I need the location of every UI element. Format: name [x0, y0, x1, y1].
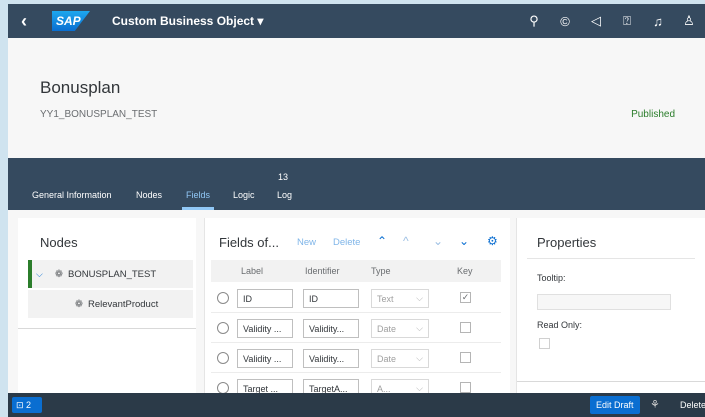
type-value: Date: [377, 324, 397, 334]
identifier-input[interactable]: Validity...: [303, 349, 359, 368]
column-header-key: Key: [457, 266, 473, 276]
delete-field-button[interactable]: Delete: [333, 237, 360, 248]
hierarchy-icon[interactable]: ⚘: [650, 398, 660, 411]
tab-logic[interactable]: Logic: [233, 190, 255, 200]
move-top-icon[interactable]: ⌃: [377, 234, 387, 248]
key-checkbox[interactable]: ✓: [460, 292, 471, 303]
tooltip-input[interactable]: [537, 294, 671, 310]
caret-down-icon: ▾: [257, 14, 264, 28]
delete-button[interactable]: Delete: [680, 400, 705, 410]
edit-draft-button[interactable]: Edit Draft: [590, 396, 640, 414]
label-input[interactable]: Validity ...: [237, 319, 293, 338]
nodes-panel-title: Nodes: [40, 235, 78, 250]
tab-log-count: 13: [278, 172, 289, 182]
identifier-input[interactable]: ID: [303, 289, 359, 308]
notifications-megaphone-icon[interactable]: ◁: [588, 13, 604, 29]
messages-count: 2: [26, 400, 32, 410]
label-input[interactable]: ID: [237, 289, 293, 308]
key-checkbox[interactable]: [460, 382, 471, 393]
fields-panel: Fields of... New Delete ⌃ ^ ⌄ ⌄ ⚙ Label …: [204, 218, 510, 403]
shell-bar: ‹ SAP Custom Business Object ▾ ⚲ © ◁ ⍰ ♫…: [8, 4, 705, 38]
content-area: Nodes ⌵ ❁ BONUSPLAN_TEST ❁ RelevantProdu…: [8, 210, 705, 403]
copilot-icon[interactable]: ©: [557, 14, 573, 29]
type-value: Text: [377, 294, 394, 304]
chevron-down-icon[interactable]: ⌵: [36, 269, 50, 280]
read-only-checkbox[interactable]: [539, 338, 550, 349]
chevron-down-icon: ⌵: [416, 293, 423, 303]
app-frame: ‹ SAP Custom Business Object ▾ ⚲ © ◁ ⍰ ♫…: [8, 4, 705, 417]
new-field-button[interactable]: New: [297, 237, 316, 248]
move-up-icon[interactable]: ^: [403, 234, 409, 248]
app-title-menu[interactable]: Custom Business Object ▾: [112, 14, 263, 28]
divider: [18, 328, 196, 329]
tab-bar: General Information Nodes Fields Logic 1…: [8, 158, 705, 210]
sap-logo[interactable]: SAP: [52, 11, 90, 31]
node-icon: ❁: [74, 298, 84, 310]
row-select-radio[interactable]: [217, 322, 229, 334]
column-header-identifier: Identifier: [305, 266, 340, 276]
table-row[interactable]: Validity ... Validity... Date ⌵: [211, 314, 501, 343]
help-icon[interactable]: ⍰: [619, 13, 635, 29]
footer-toolbar: ⊡ 2 Edit Draft ⚘ Delete: [8, 393, 705, 417]
tab-log[interactable]: Log: [277, 190, 292, 200]
type-select[interactable]: Date ⌵: [371, 349, 429, 368]
table-row[interactable]: Validity ... Validity... Date ⌵: [211, 344, 501, 373]
properties-panel-title: Properties: [537, 235, 597, 250]
search-icon[interactable]: ⚲: [526, 13, 542, 29]
object-header: Bonusplan YY1_BONUSPLAN_TEST Published: [8, 38, 705, 158]
divider: [517, 381, 705, 382]
status-badge: Published: [631, 109, 675, 120]
tab-general-information[interactable]: General Information: [32, 190, 112, 200]
type-select[interactable]: Text ⌵: [371, 289, 429, 308]
tab-fields[interactable]: Fields: [186, 190, 210, 200]
move-down-icon[interactable]: ⌄: [433, 234, 443, 248]
read-only-label: Read Only:: [537, 320, 583, 330]
chevron-down-icon: ⌵: [416, 353, 423, 363]
tooltip-label: Tooltip:: [537, 273, 566, 283]
divider: [527, 258, 695, 259]
row-select-radio[interactable]: [217, 292, 229, 304]
properties-panel: Properties Tooltip: Read Only:: [516, 218, 705, 393]
type-value: Date: [377, 354, 397, 364]
identifier-input[interactable]: Validity...: [303, 319, 359, 338]
message-popover-icon: ⊡: [16, 400, 27, 410]
chevron-left-icon: ‹: [21, 10, 27, 31]
node-icon: ❁: [54, 268, 64, 280]
key-checkbox[interactable]: [460, 322, 471, 333]
column-header-type: Type: [371, 266, 391, 276]
label-input[interactable]: Validity ...: [237, 349, 293, 368]
tree-node-root[interactable]: ⌵ ❁ BONUSPLAN_TEST: [28, 260, 193, 288]
nodes-panel: Nodes ⌵ ❁ BONUSPLAN_TEST ❁ RelevantProdu…: [18, 218, 196, 393]
settings-gear-icon[interactable]: ⚙: [487, 234, 498, 248]
app-title: Custom Business Object: [112, 14, 255, 28]
row-select-radio[interactable]: [217, 352, 229, 364]
chevron-down-icon: ⌵: [416, 323, 423, 333]
messages-button[interactable]: ⊡ 2: [12, 397, 42, 413]
back-button[interactable]: ‹: [8, 4, 40, 38]
move-bottom-icon[interactable]: ⌄: [459, 234, 469, 248]
column-header-label: Label: [241, 266, 264, 276]
tree-node-child[interactable]: ❁ RelevantProduct: [28, 290, 193, 318]
type-select[interactable]: Date ⌵: [371, 319, 429, 338]
fields-panel-title: Fields of...: [219, 235, 279, 250]
tree-node-label: RelevantProduct: [88, 298, 159, 310]
object-identifier: YY1_BONUSPLAN_TEST: [40, 109, 158, 120]
key-checkbox[interactable]: [460, 352, 471, 363]
bell-icon[interactable]: ♫: [650, 14, 666, 29]
shell-actions: ⚲ © ◁ ⍰ ♫ ♙: [526, 4, 697, 38]
tab-nodes[interactable]: Nodes: [136, 190, 162, 200]
page-title: Bonusplan: [40, 78, 121, 97]
table-row[interactable]: ID ID Text ⌵ ✓: [211, 284, 501, 313]
tree-node-label: BONUSPLAN_TEST: [68, 268, 157, 280]
user-icon[interactable]: ♙: [681, 13, 697, 29]
fields-table-header: Label Identifier Type Key: [211, 260, 501, 282]
